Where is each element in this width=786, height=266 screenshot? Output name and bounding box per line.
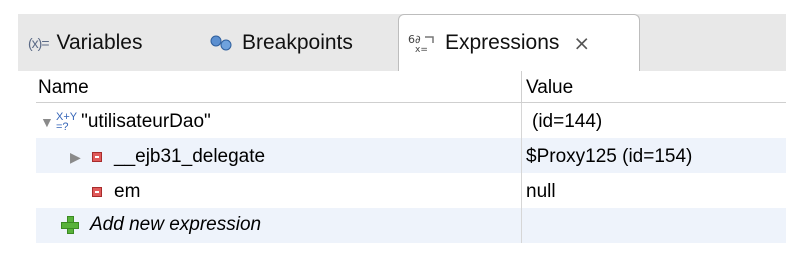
table-row[interactable]: ▼ X+Y =? "utilisateurDao" (id=144) xyxy=(36,103,786,138)
column-header-name[interactable]: Name xyxy=(38,77,89,99)
private-field-icon xyxy=(92,152,102,162)
column-header-value[interactable]: Value xyxy=(526,77,573,99)
column-divider[interactable] xyxy=(521,71,522,102)
table-row[interactable]: ▶ __ejb31_delegate $Proxy125 (id=154) xyxy=(36,138,786,173)
add-icon xyxy=(60,215,80,235)
tab-expressions[interactable]: 6∂ x= Expressions ⨯ xyxy=(398,14,640,71)
row-name: "utilisateurDao" xyxy=(81,111,211,132)
watch-expression-icon: X+Y =? xyxy=(56,111,78,133)
row-value: null xyxy=(526,181,556,202)
private-field-icon xyxy=(92,187,102,197)
variables-icon: (x)= xyxy=(28,34,49,51)
add-expression-label: Add new expression xyxy=(90,214,262,235)
tab-label: Expressions xyxy=(445,31,560,54)
expressions-content: Name Value ▼ X+Y =? "utilisateurDao" (id=… xyxy=(18,71,786,266)
cell-divider xyxy=(521,208,522,243)
expressions-table: Name Value ▼ X+Y =? "utilisateurDao" (id=… xyxy=(36,71,786,243)
tab-label: Breakpoints xyxy=(242,30,353,54)
row-value: (id=144) xyxy=(532,111,603,132)
add-expression-row[interactable]: Add new expression xyxy=(36,208,786,243)
row-name: em xyxy=(114,181,141,202)
view-tab-bar: (x)= Variables Breakpoints 6∂ x= Express… xyxy=(18,14,786,72)
expressions-view: (x)= Variables Breakpoints 6∂ x= Express… xyxy=(0,0,786,266)
cell-divider xyxy=(521,173,522,208)
expressions-icon: 6∂ x= xyxy=(407,33,437,53)
row-name: __ejb31_delegate xyxy=(114,146,266,167)
expand-triangle-icon[interactable]: ▶ xyxy=(70,149,86,166)
collapse-triangle-icon[interactable]: ▼ xyxy=(40,114,56,130)
cell-divider xyxy=(521,138,522,173)
cell-divider xyxy=(521,103,522,138)
table-row[interactable]: em null xyxy=(36,173,786,208)
svg-text:x=: x= xyxy=(415,45,428,53)
row-value: $Proxy125 (id=154) xyxy=(526,146,693,167)
tab-variables[interactable]: (x)= Variables xyxy=(28,14,143,71)
table-header: Name Value xyxy=(36,71,786,103)
close-icon[interactable]: ⨯ xyxy=(573,31,590,56)
tab-breakpoints[interactable]: Breakpoints xyxy=(208,14,353,71)
breakpoints-icon xyxy=(208,34,234,52)
tab-label: Variables xyxy=(56,30,143,54)
